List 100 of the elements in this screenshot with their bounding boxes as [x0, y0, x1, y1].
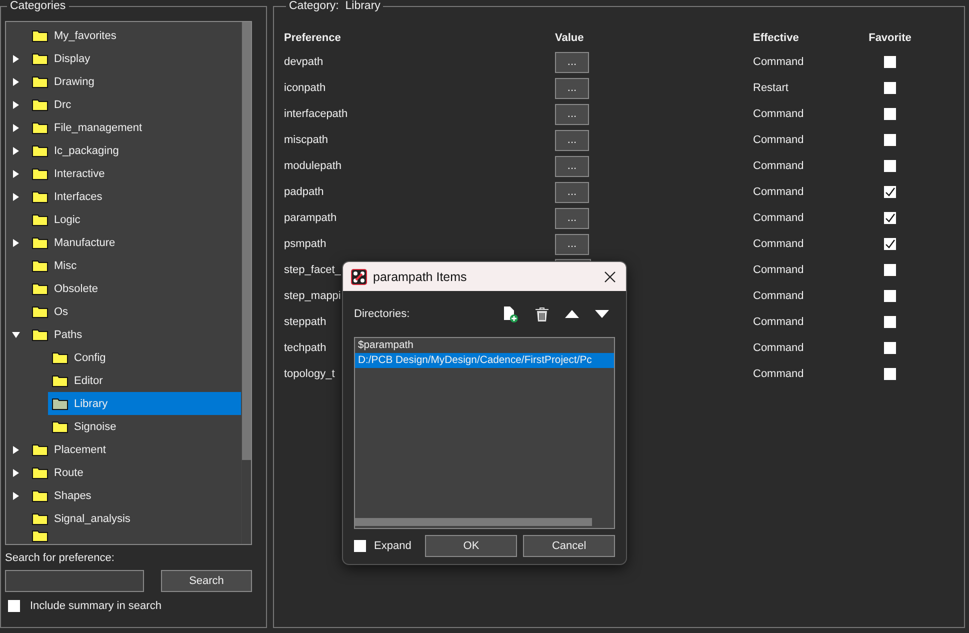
favorite-checkbox[interactable] [884, 264, 896, 276]
favorite-checkbox[interactable] [884, 238, 896, 250]
tree-item[interactable]: Display [28, 47, 241, 70]
browse-button[interactable]: ... [555, 52, 589, 72]
favorite-checkbox[interactable] [884, 290, 896, 302]
tree-item[interactable]: Route [28, 461, 241, 484]
favorite-checkbox[interactable] [884, 160, 896, 172]
expand-arrow-icon[interactable] [12, 170, 20, 178]
tree-item[interactable]: Drawing [28, 70, 241, 93]
effective-value: Command [753, 368, 805, 380]
tree-item[interactable]: File_management [28, 116, 241, 139]
panel-title: Categories [9, 0, 67, 12]
effective-value: Command [753, 56, 805, 68]
check-icon [884, 186, 896, 198]
preference-name: psmpath [284, 238, 326, 250]
checkbox[interactable] [8, 600, 20, 612]
tree-item[interactable]: Signal_analysis [28, 507, 241, 530]
new-file-icon[interactable] [503, 306, 519, 322]
scrollbar[interactable] [241, 22, 251, 544]
browse-button[interactable]: ... [555, 104, 589, 124]
close-icon[interactable] [604, 270, 616, 282]
column-header: Preference [284, 32, 342, 44]
dialog-button[interactable]: Cancel [523, 535, 615, 557]
tree-item[interactable]: Editor [48, 369, 241, 392]
folder-icon [32, 530, 48, 542]
folder-icon [32, 190, 48, 202]
expand-arrow-icon[interactable] [12, 124, 20, 132]
collapse-arrow-icon[interactable] [12, 330, 20, 338]
trash-icon[interactable] [535, 306, 549, 322]
favorite-checkbox[interactable] [884, 342, 896, 354]
search-button[interactable]: Search [161, 570, 252, 592]
search-field[interactable] [5, 570, 144, 592]
move-down-icon[interactable] [595, 310, 609, 318]
tree-item[interactable]: Library [48, 392, 241, 415]
tree-item[interactable]: Ic_packaging [28, 139, 241, 162]
favorite-checkbox[interactable] [884, 186, 896, 198]
tree-item[interactable]: Drc [28, 93, 241, 116]
app-icon [351, 268, 367, 284]
expand-arrow-icon[interactable] [12, 78, 20, 86]
folder-icon [32, 444, 48, 456]
expand-arrow-icon[interactable] [12, 146, 20, 154]
tree-item[interactable]: Logic [28, 208, 241, 231]
expand-arrow-icon[interactable] [12, 446, 20, 454]
expand-arrow-icon[interactable] [12, 100, 20, 108]
favorite-checkbox[interactable] [884, 82, 896, 94]
folder-icon [32, 236, 48, 248]
tree-item[interactable]: Config [48, 346, 241, 369]
browse-button[interactable]: ... [555, 234, 589, 254]
preference-name: modulepath [284, 160, 342, 172]
check-icon [884, 238, 896, 250]
expand-arrow-icon[interactable] [12, 492, 20, 500]
favorite-checkbox[interactable] [884, 368, 896, 380]
browse-button[interactable]: ... [555, 156, 589, 176]
dialog-button[interactable]: OK [425, 535, 518, 557]
category-label: Category: [289, 0, 339, 12]
folder-icon [32, 214, 48, 226]
directory-item[interactable]: D:/PCB Design/MyDesign/Cadence/FirstProject/Pc [355, 353, 614, 368]
browse-button[interactable]: ... [555, 182, 589, 202]
folder-icon [52, 398, 68, 410]
folder-icon [52, 352, 68, 364]
checkbox[interactable] [354, 540, 366, 552]
expand-arrow-icon[interactable] [12, 238, 20, 246]
preference-name: techpath [284, 342, 326, 354]
preference-name: step_facet_ [284, 264, 341, 276]
tree-item[interactable]: Interfaces [28, 185, 241, 208]
tree-item[interactable]: Os [28, 300, 241, 323]
move-up-icon[interactable] [565, 310, 579, 318]
tree-item[interactable]: Shapes [28, 484, 241, 507]
favorite-checkbox[interactable] [884, 212, 896, 224]
tree-item[interactable]: Signoise [48, 415, 241, 438]
tree-item[interactable]: Interactive [28, 162, 241, 185]
tree-item[interactable]: Manufacture [28, 231, 241, 254]
tree-item[interactable]: Paths [28, 323, 241, 346]
effective-value: Command [753, 160, 805, 172]
browse-button[interactable]: ... [555, 130, 589, 150]
folder-icon [32, 144, 48, 156]
scrollbar[interactable] [355, 518, 592, 526]
tree-item[interactable]: My_favorites [28, 24, 241, 47]
expand-arrow-icon[interactable] [12, 54, 20, 62]
effective-value: Command [753, 108, 805, 120]
preference-name: devpath [284, 56, 324, 68]
favorite-checkbox[interactable] [884, 108, 896, 120]
tree-item[interactable]: Misc [28, 254, 241, 277]
favorite-checkbox[interactable] [884, 56, 896, 68]
tree-item[interactable]: Obsolete [28, 277, 241, 300]
tree-item[interactable]: Placement [28, 438, 241, 461]
checkbox-label: Expand [374, 540, 412, 552]
folder-icon [32, 98, 48, 110]
folder-icon [32, 306, 48, 318]
browse-button[interactable]: ... [555, 208, 589, 228]
browse-button[interactable]: ... [555, 78, 589, 98]
directory-item[interactable]: $parampath [355, 338, 614, 353]
favorite-checkbox[interactable] [884, 134, 896, 146]
folder-icon [32, 122, 48, 134]
expand-arrow-icon[interactable] [12, 192, 20, 200]
expand-arrow-icon[interactable] [12, 468, 20, 476]
preference-name: parampath [284, 212, 337, 224]
effective-value: Command [753, 264, 805, 276]
favorite-checkbox[interactable] [884, 316, 896, 328]
effective-value: Command [753, 186, 805, 198]
